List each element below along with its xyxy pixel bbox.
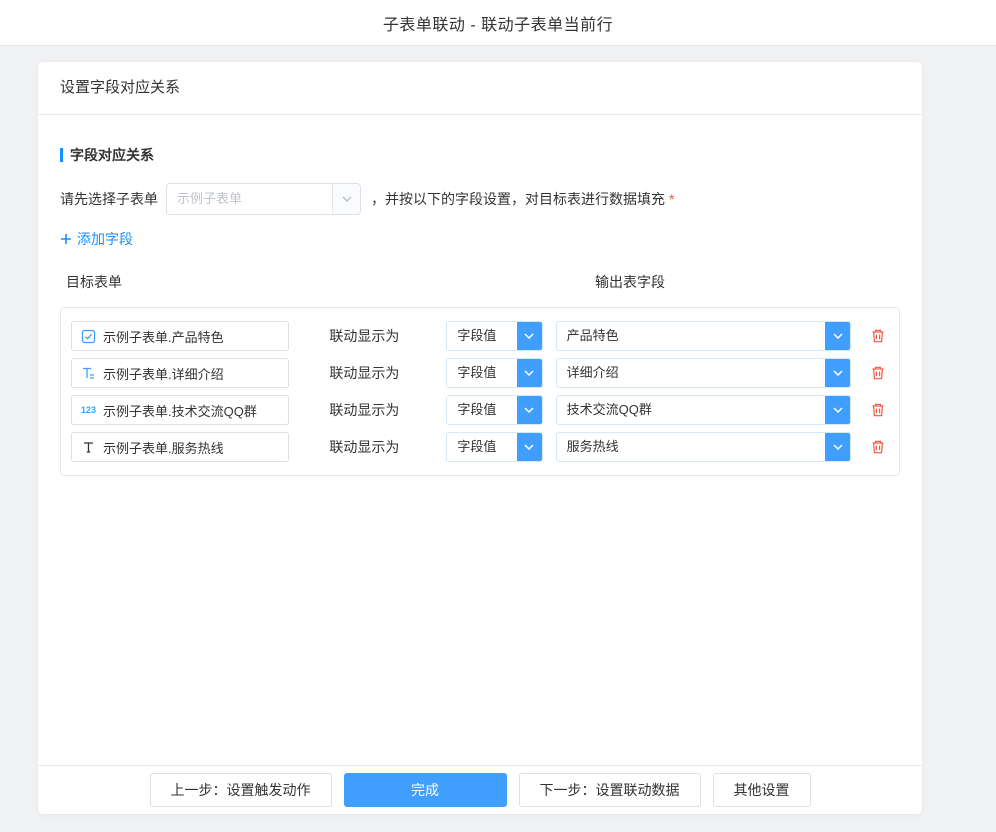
output-field-select[interactable]: 详细介绍 xyxy=(556,358,852,388)
value-type-select[interactable]: 字段值 xyxy=(446,395,542,425)
chevron-down-icon[interactable] xyxy=(825,322,850,350)
chevron-down-icon[interactable] xyxy=(332,184,360,214)
mapping-row: 示例子表单.服务热线 联动显示为 字段值 服务热线 xyxy=(71,431,889,463)
field-mapping-panel: 设置字段对应关系 字段对应关系 请先选择子表单 示例子表单 ，并按以下的字段设置… xyxy=(38,62,922,814)
output-field-select[interactable]: 服务热线 xyxy=(556,432,852,462)
panel-footer: 上一步：设置触发动作 完成 下一步：设置联动数据 其他设置 xyxy=(38,765,922,814)
section-accent-bar xyxy=(60,148,63,162)
value-type-select-value: 字段值 xyxy=(447,322,516,350)
delete-row-button[interactable] xyxy=(867,362,889,384)
textarea-icon xyxy=(81,366,96,381)
chevron-down-icon[interactable] xyxy=(517,433,542,461)
subform-select[interactable]: 示例子表单 xyxy=(166,183,361,215)
column-headers: 目标表单 输出表字段 xyxy=(60,272,900,292)
prev-step-button[interactable]: 上一步：设置触发动作 xyxy=(150,773,332,807)
delete-row-button[interactable] xyxy=(867,436,889,458)
output-field-select-value: 产品特色 xyxy=(557,322,826,350)
required-asterisk: * xyxy=(669,191,674,207)
target-field-box[interactable]: 示例子表单.详细介绍 xyxy=(71,358,289,388)
add-field-link[interactable]: 添加字段 xyxy=(60,229,133,249)
target-field-label: 示例子表单.服务热线 xyxy=(103,438,224,457)
other-settings-button[interactable]: 其他设置 xyxy=(713,773,811,807)
add-field-label: 添加字段 xyxy=(77,229,133,249)
value-type-select[interactable]: 字段值 xyxy=(446,358,542,388)
target-field-label: 示例子表单.详细介绍 xyxy=(103,364,224,383)
chevron-down-icon[interactable] xyxy=(517,322,542,350)
column-header-target: 目标表单 xyxy=(66,272,122,292)
plus-icon xyxy=(60,233,72,245)
output-field-select-value: 服务热线 xyxy=(557,433,826,461)
target-field-label: 示例子表单.技术交流QQ群 xyxy=(103,401,257,420)
panel-title: 设置字段对应关系 xyxy=(38,62,922,115)
mapping-row: 123 示例子表单.技术交流QQ群 联动显示为 字段值 技术交流QQ群 xyxy=(71,394,889,426)
checkbox-icon xyxy=(81,329,96,344)
subform-select-value: 示例子表单 xyxy=(167,184,332,214)
subform-selector-row: 请先选择子表单 示例子表单 ，并按以下的字段设置，对目标表进行数据填充 * xyxy=(60,183,900,215)
relation-label: 联动显示为 xyxy=(329,437,446,457)
chevron-down-icon[interactable] xyxy=(517,359,542,387)
selector-hint-text: ，并按以下的字段设置，对目标表进行数据填充 xyxy=(371,189,665,209)
relation-label: 联动显示为 xyxy=(329,326,446,346)
target-field-box[interactable]: 示例子表单.服务热线 xyxy=(71,432,289,462)
page-header: 子表单联动 - 联动子表单当前行 xyxy=(0,0,996,46)
section-title-label: 字段对应关系 xyxy=(70,145,154,165)
value-type-select[interactable]: 字段值 xyxy=(446,432,542,462)
target-field-label: 示例子表单.产品特色 xyxy=(103,327,224,346)
panel-body: 字段对应关系 请先选择子表单 示例子表单 ，并按以下的字段设置，对目标表进行数据… xyxy=(38,115,922,765)
number-icon: 123 xyxy=(81,406,96,415)
chevron-down-icon[interactable] xyxy=(825,359,850,387)
value-type-select[interactable]: 字段值 xyxy=(446,321,542,351)
target-field-box[interactable]: 示例子表单.产品特色 xyxy=(71,321,289,351)
relation-label: 联动显示为 xyxy=(329,363,446,383)
delete-row-button[interactable] xyxy=(867,325,889,347)
delete-row-button[interactable] xyxy=(867,399,889,421)
done-button[interactable]: 完成 xyxy=(344,773,507,807)
chevron-down-icon[interactable] xyxy=(825,433,850,461)
value-type-select-value: 字段值 xyxy=(447,396,516,424)
output-field-select-value: 技术交流QQ群 xyxy=(557,396,826,424)
mapping-rows-container: 示例子表单.产品特色 联动显示为 字段值 产品特色 xyxy=(60,307,900,476)
chevron-down-icon[interactable] xyxy=(517,396,542,424)
target-field-box[interactable]: 123 示例子表单.技术交流QQ群 xyxy=(71,395,289,425)
text-icon xyxy=(81,440,96,455)
section-title: 字段对应关系 xyxy=(60,145,900,165)
column-header-output: 输出表字段 xyxy=(595,272,665,292)
subform-select-label: 请先选择子表单 xyxy=(60,189,158,209)
next-step-button[interactable]: 下一步：设置联动数据 xyxy=(519,773,701,807)
output-field-select[interactable]: 技术交流QQ群 xyxy=(556,395,852,425)
mapping-row: 示例子表单.产品特色 联动显示为 字段值 产品特色 xyxy=(71,320,889,352)
page-title: 子表单联动 - 联动子表单当前行 xyxy=(383,11,613,35)
relation-label: 联动显示为 xyxy=(329,400,446,420)
output-field-select[interactable]: 产品特色 xyxy=(556,321,852,351)
chevron-down-icon[interactable] xyxy=(825,396,850,424)
output-field-select-value: 详细介绍 xyxy=(557,359,826,387)
value-type-select-value: 字段值 xyxy=(447,359,516,387)
value-type-select-value: 字段值 xyxy=(447,433,516,461)
mapping-row: 示例子表单.详细介绍 联动显示为 字段值 详细介绍 xyxy=(71,357,889,389)
